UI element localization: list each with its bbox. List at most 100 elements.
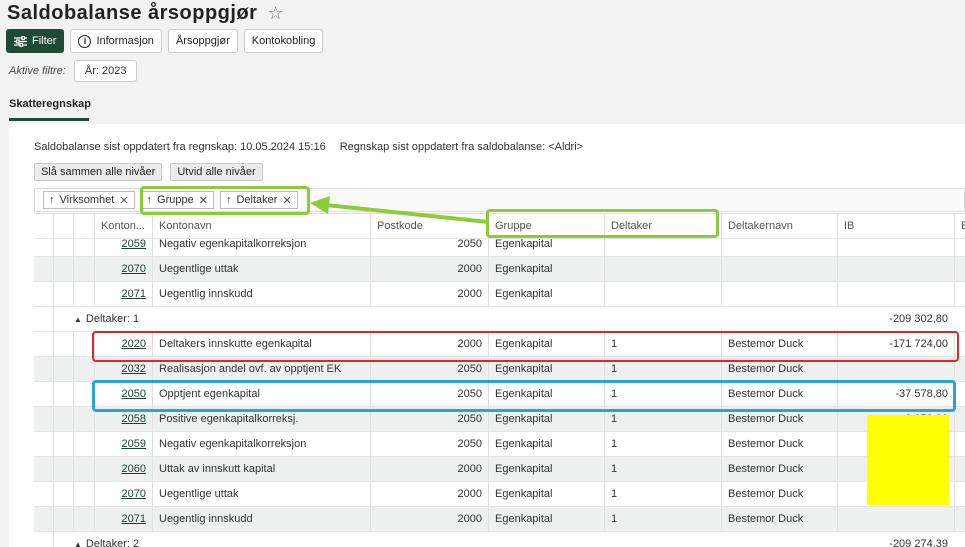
main-panel: Saldobalanse sist oppdatert fra regnskap… <box>9 124 965 547</box>
group-chip-label: Gruppe <box>157 194 194 206</box>
filter-button[interactable]: Filter <box>6 29 65 53</box>
collapse-triangle-icon[interactable]: ▲ <box>74 540 82 547</box>
kontonavn-cell: Realisasjon andel ovf. av opptjent EK <box>152 357 370 381</box>
info-icon: i <box>78 34 92 48</box>
close-icon[interactable]: ✕ <box>282 194 291 207</box>
group-sum: -209 274,39 <box>889 538 948 547</box>
deltakernavn-cell <box>721 282 837 306</box>
extra-cell <box>954 282 965 306</box>
group-row[interactable]: ▲ Deltaker: 2 -209 274,39 <box>34 532 965 547</box>
konto-cell[interactable]: 2060 <box>94 457 152 481</box>
ib-cell: -171 724,00 <box>837 332 954 356</box>
deltaker-cell <box>604 257 721 281</box>
kontonavn-cell: Opptjent egenkapital <box>152 382 370 406</box>
postkode-cell: 2000 <box>370 482 488 506</box>
collapse-triangle-icon[interactable]: ▲ <box>74 315 82 324</box>
sort-arrow-icon: ↑ <box>225 194 232 206</box>
year-filter-chip[interactable]: År: 2023 <box>73 60 138 82</box>
gruppe-cell: Egenkapital <box>488 432 604 456</box>
sliders-icon <box>14 35 27 47</box>
group-chip-virksomhet[interactable]: ↑ Virksomhet ✕ <box>43 191 135 209</box>
close-icon[interactable]: ✕ <box>119 194 128 207</box>
kontokobling-label: Kontokobling <box>251 35 316 47</box>
saldobalanse-updated: Saldobalanse sist oppdatert fra regnskap… <box>34 141 326 153</box>
konto-cell[interactable]: 2032 <box>94 357 152 381</box>
group-row[interactable]: ▲ Deltaker: 1 -209 302,80 <box>34 307 965 332</box>
kontonavn-cell: Uegentlig innskudd <box>152 282 370 306</box>
group-label: Deltaker: 1 <box>85 313 140 325</box>
konto-cell[interactable]: 2071 <box>94 282 152 306</box>
konto-cell[interactable]: 2020 <box>94 332 152 356</box>
deltaker-cell: 1 <box>604 332 721 356</box>
konto-link[interactable]: 2070 <box>122 488 146 500</box>
kontonavn-cell: Uegentlige uttak <box>152 482 370 506</box>
postkode-cell: 2000 <box>370 282 488 306</box>
table-row[interactable]: 2071 Uegentlig innskudd 2000 Egenkapital <box>34 282 965 307</box>
konto-link[interactable]: 2070 <box>122 263 146 275</box>
group-chip-gruppe[interactable]: ↑ Gruppe ✕ <box>140 191 214 209</box>
info-label: Informasjon <box>96 35 154 47</box>
filter-label: Filter <box>32 35 57 47</box>
table-row[interactable]: 2059 Negativ egenkapitalkorreksjon 2050 Ege… <box>34 432 965 457</box>
konto-link[interactable]: 2020 <box>122 338 146 350</box>
konto-cell[interactable]: 2070 <box>94 482 152 506</box>
close-icon[interactable]: ✕ <box>199 194 208 207</box>
deltaker-cell: 1 <box>604 382 721 406</box>
deltaker-cell: 1 <box>604 432 721 456</box>
konto-cell[interactable]: 2050 <box>94 382 152 406</box>
deltaker-cell: 1 <box>604 357 721 381</box>
konto-link[interactable]: 2050 <box>122 388 146 400</box>
table-row[interactable]: 2070 Uegentlige uttak 2000 Egenkapital 1 Best… <box>34 482 965 507</box>
expand-all-button[interactable]: Utvid alle nivåer <box>170 163 263 181</box>
gruppe-cell: Egenkapital <box>488 232 604 256</box>
konto-cell[interactable]: 2071 <box>94 507 152 531</box>
table-row[interactable]: 2058 Positive egenkapitalkorreksj. 2050 Ege… <box>34 407 965 432</box>
gruppe-cell: Egenkapital <box>488 357 604 381</box>
konto-link[interactable]: 2058 <box>122 413 146 425</box>
konto-link[interactable]: 2059 <box>122 238 146 250</box>
active-filters-label: Aktive filtre: <box>9 65 66 77</box>
kontokobling-button[interactable]: Kontokobling <box>243 29 324 53</box>
konto-link[interactable]: 2071 <box>122 513 146 525</box>
info-button[interactable]: i Informasjon <box>70 29 162 53</box>
collapse-all-button[interactable]: Slå sammen alle nivåer <box>34 163 163 181</box>
konto-link[interactable]: 2059 <box>122 438 146 450</box>
group-sum: -209 302,80 <box>889 313 948 325</box>
table-row[interactable]: 2020 Deltakers innskutte egenkapital 2000 E… <box>34 332 965 357</box>
deltakernavn-cell: Bestemor Duck <box>721 382 837 406</box>
konto-link[interactable]: 2060 <box>122 463 146 475</box>
kontonavn-cell: Deltakers innskutte egenkapital <box>152 332 370 356</box>
star-icon[interactable]: ☆ <box>267 3 284 24</box>
table-row[interactable]: 2032 Realisasjon andel ovf. av opptjent E… <box>34 357 965 382</box>
kontonavn-cell: Positive egenkapitalkorreksj. <box>152 407 370 431</box>
table-row[interactable]: 2050 Opptjent egenkapital 2050 Egenkapital 1… <box>34 382 965 407</box>
gruppe-cell: Egenkapital <box>488 282 604 306</box>
deltakernavn-cell: Bestemor Duck <box>721 507 837 531</box>
group-chip-deltaker[interactable]: ↑ Deltaker ✕ <box>219 191 298 209</box>
kontonavn-cell: Negativ egenkapitalkorreksjon <box>152 432 370 456</box>
deltaker-cell <box>604 282 721 306</box>
group-chip-label: Virksomhet <box>59 194 115 206</box>
table-row[interactable]: 2060 Uttak av innskutt kapital 2000 Egenkap… <box>34 457 965 482</box>
regnskap-updated: Regnskap sist oppdatert fra saldobalanse… <box>339 141 584 153</box>
ib-cell: -37 578,80 <box>837 382 954 406</box>
table-row[interactable]: 2059 Negativ egenkapitalkorreksjon 2050 Ege… <box>34 232 965 257</box>
postkode-cell: 2000 <box>370 507 488 531</box>
konto-link[interactable]: 2071 <box>122 288 146 300</box>
arsoppgjor-button[interactable]: Årsoppgjør <box>167 29 238 53</box>
group-by-bar: ↑ Virksomhet ✕ ↑ Gruppe ✕ ↑ Deltaker ✕ <box>34 188 965 212</box>
konto-cell[interactable]: 2059 <box>94 432 152 456</box>
table-row[interactable]: 2071 Uegentlig innskudd 2000 Egenkapital 1 Be… <box>34 507 965 532</box>
group-chip-label: Deltaker <box>236 194 278 206</box>
konto-link[interactable]: 2032 <box>122 363 146 375</box>
deltakernavn-cell: Bestemor Duck <box>721 332 837 356</box>
yellow-highlight <box>867 415 949 505</box>
table-row[interactable]: 2070 Uegentlige uttak 2000 Egenkapital <box>34 257 965 282</box>
page-title: Saldobalanse årsoppgjør ☆ <box>7 2 284 25</box>
konto-cell[interactable]: 2070 <box>94 257 152 281</box>
ib-cell <box>837 507 954 531</box>
postkode-cell: 2050 <box>370 357 488 381</box>
konto-cell[interactable]: 2058 <box>94 407 152 431</box>
deltaker-cell: 1 <box>604 482 721 506</box>
konto-cell[interactable]: 2059 <box>94 232 152 256</box>
